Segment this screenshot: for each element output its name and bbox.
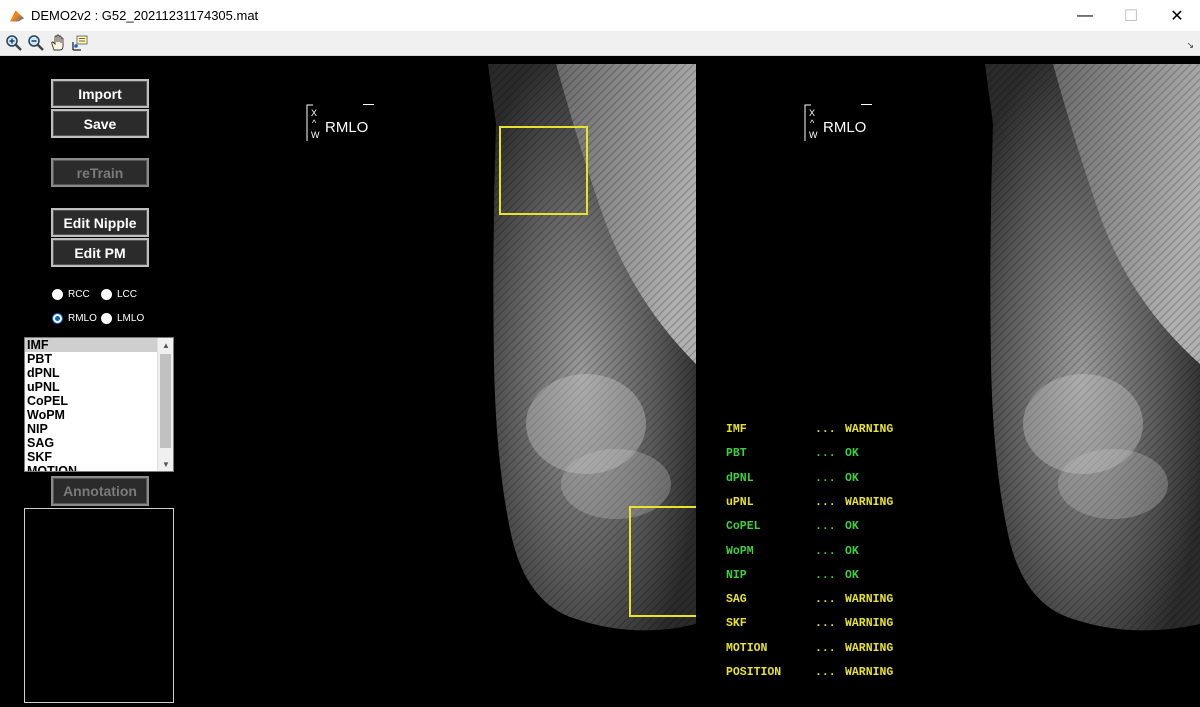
close-button[interactable]: ✕ bbox=[1154, 0, 1200, 31]
retrain-button[interactable]: reTrain bbox=[51, 158, 149, 187]
report-status: OK bbox=[845, 520, 859, 534]
annotation-button[interactable]: Annotation bbox=[51, 476, 149, 506]
radio-rmlo-circle[interactable] bbox=[52, 313, 63, 324]
list-item[interactable]: MOTION bbox=[25, 464, 158, 471]
report-status: WARNING bbox=[845, 593, 894, 607]
report-code: PBT bbox=[726, 447, 747, 461]
detection-box-upper bbox=[499, 126, 588, 215]
list-item[interactable]: WoPM bbox=[25, 408, 158, 422]
right-mammogram-image[interactable] bbox=[983, 64, 1200, 707]
criteria-list-items: IMF PBT dPNL uPNL CoPEL WoPM NIP SAG SKF MOTION bbox=[25, 338, 158, 471]
marker-tick bbox=[861, 104, 872, 105]
orientation-x-label: X bbox=[809, 108, 816, 118]
report-code: POSITION bbox=[726, 666, 782, 679]
radio-lcc-label: LCC bbox=[117, 289, 138, 300]
title-bar: DEMO2v2 : G52_20211231174305.mat — ☐ ✕ bbox=[0, 0, 1200, 31]
list-item[interactable]: SKF bbox=[25, 450, 158, 464]
orientation-w-label: W bbox=[809, 130, 818, 140]
report-dots: ... bbox=[815, 568, 836, 582]
report-code: CoPEL bbox=[726, 520, 761, 534]
scroll-thumb[interactable] bbox=[160, 354, 171, 448]
radio-rcc[interactable]: RCC bbox=[52, 289, 90, 300]
criteria-listbox[interactable]: IMF PBT dPNL uPNL CoPEL WoPM NIP SAG SKF MOTION ▲… bbox=[24, 337, 174, 472]
radio-lcc[interactable]: LCC bbox=[101, 289, 137, 300]
report-status: OK bbox=[845, 471, 859, 485]
data-cursor-icon[interactable] bbox=[69, 33, 91, 53]
edit-nipple-button[interactable]: Edit Nipple bbox=[51, 208, 149, 237]
report-code: uPNL bbox=[726, 495, 754, 509]
report-code: WoPM bbox=[726, 544, 754, 558]
edit-pm-button[interactable]: Edit PM bbox=[51, 238, 149, 267]
report-status: WARNING bbox=[845, 641, 894, 655]
list-item[interactable]: CoPEL bbox=[25, 394, 158, 408]
report-dots: ... bbox=[815, 544, 836, 558]
detection-box-lower bbox=[629, 506, 696, 617]
matlab-logo-icon bbox=[9, 8, 25, 24]
maximize-button[interactable]: ☐ bbox=[1108, 0, 1154, 31]
report-code: NIP bbox=[726, 568, 747, 582]
report-code: MOTION bbox=[726, 641, 768, 655]
orientation-arrow-icon: ^ bbox=[810, 118, 815, 128]
view-label: RMLO bbox=[823, 119, 867, 136]
report-dots: ... bbox=[815, 520, 836, 534]
scroll-down-icon[interactable]: ▼ bbox=[158, 457, 173, 471]
report-dots: ... bbox=[815, 593, 836, 607]
list-item[interactable]: IMF bbox=[25, 338, 158, 352]
radio-rmlo-label: RMLO bbox=[68, 313, 97, 324]
annotation-panel bbox=[24, 508, 174, 703]
report-code: SAG bbox=[726, 593, 747, 607]
report-dots: ... bbox=[815, 471, 836, 485]
report-status: OK bbox=[845, 544, 859, 558]
radio-rcc-circle[interactable] bbox=[52, 289, 63, 300]
report-status: WARNING bbox=[845, 666, 894, 679]
report-code: dPNL bbox=[726, 471, 754, 485]
marker-tick bbox=[363, 104, 374, 105]
report-dots: ... bbox=[815, 423, 836, 436]
radio-lmlo-circle[interactable] bbox=[101, 313, 112, 324]
report-dots: ... bbox=[815, 666, 836, 679]
report-status: WARNING bbox=[845, 495, 894, 509]
radio-rmlo[interactable]: RMLO bbox=[52, 313, 97, 324]
orientation-w-label: W bbox=[311, 130, 320, 140]
list-item[interactable]: PBT bbox=[25, 352, 158, 366]
list-item[interactable]: dPNL bbox=[25, 366, 158, 380]
report-dots: ... bbox=[815, 617, 836, 631]
report-status: OK bbox=[845, 568, 859, 582]
radio-lcc-circle[interactable] bbox=[101, 289, 112, 300]
window-title: DEMO2v2 : G52_20211231174305.mat bbox=[31, 8, 259, 23]
window-controls: — ☐ ✕ bbox=[1062, 0, 1200, 31]
orientation-x-label: X bbox=[311, 108, 318, 118]
save-button[interactable]: Save bbox=[51, 109, 149, 138]
report-status: OK bbox=[845, 447, 859, 461]
undock-icon[interactable]: ↘ bbox=[1186, 40, 1194, 51]
pan-hand-icon[interactable] bbox=[47, 33, 69, 53]
zoom-in-icon[interactable] bbox=[3, 33, 25, 53]
report-dots: ... bbox=[815, 495, 836, 509]
report-dots: ... bbox=[815, 641, 836, 655]
left-mammogram-image[interactable] bbox=[486, 64, 696, 707]
report-code: SKF bbox=[726, 617, 747, 631]
report-status: WARNING bbox=[845, 423, 894, 436]
orientation-arrow-icon: ^ bbox=[312, 118, 317, 128]
radio-rcc-label: RCC bbox=[68, 289, 90, 300]
radio-lmlo[interactable]: LMLO bbox=[101, 313, 144, 324]
radio-lmlo-label: LMLO bbox=[117, 313, 145, 324]
report-status: WARNING bbox=[845, 617, 894, 631]
list-item[interactable]: NIP bbox=[25, 422, 158, 436]
scroll-up-icon[interactable]: ▲ bbox=[158, 338, 173, 352]
view-label: RMLO bbox=[325, 119, 369, 136]
import-button[interactable]: Import bbox=[51, 79, 149, 108]
minimize-button[interactable]: — bbox=[1062, 0, 1108, 31]
listbox-scrollbar[interactable]: ▲ ▼ bbox=[157, 338, 173, 471]
list-item[interactable]: SAG bbox=[25, 436, 158, 450]
list-item[interactable]: uPNL bbox=[25, 380, 158, 394]
figure-toolbar: ↘ bbox=[0, 31, 1200, 56]
zoom-out-icon[interactable] bbox=[25, 33, 47, 53]
report-dots: ... bbox=[815, 447, 836, 461]
report-code: IMF bbox=[726, 423, 747, 436]
